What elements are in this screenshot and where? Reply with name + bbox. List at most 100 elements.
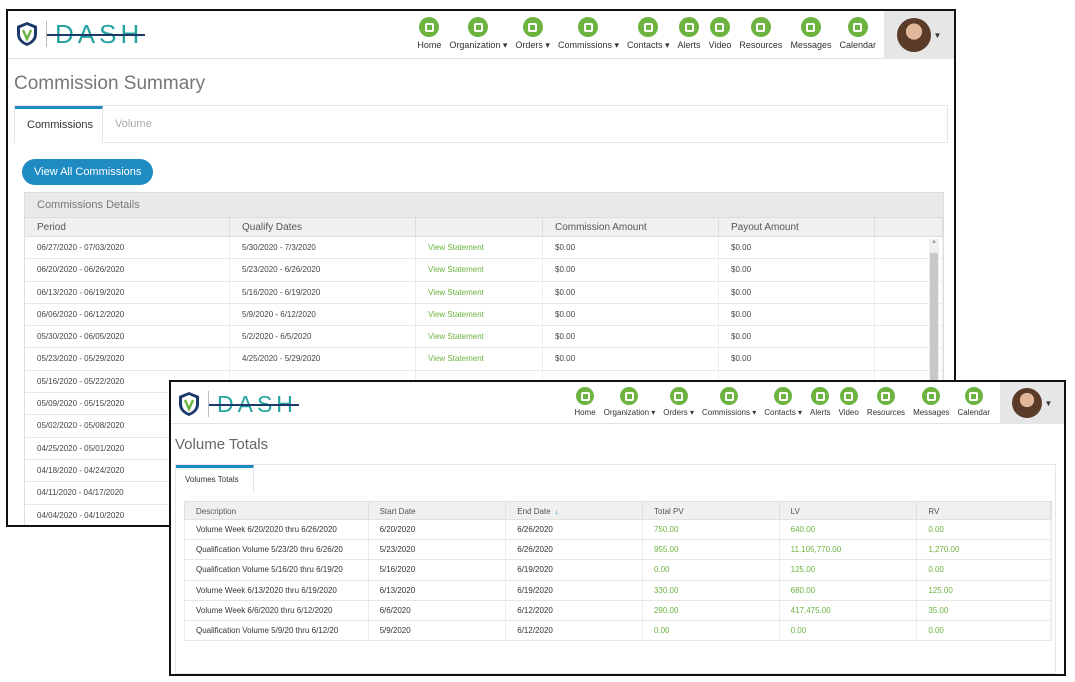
bell-icon <box>679 17 700 37</box>
column-header-qualify-dates[interactable]: Qualify Dates <box>230 218 416 236</box>
column-header-start-date[interactable]: Start Date <box>369 502 507 519</box>
nav-item-calendar[interactable]: Calendar <box>839 17 876 50</box>
dash-logo[interactable]: DASH <box>178 391 299 417</box>
period-cell: 05/23/2020 - 05/29/2020 <box>25 348 230 370</box>
column-header-total-pv[interactable]: Total PV <box>643 502 780 519</box>
nav-item-messages[interactable]: Messages <box>913 387 950 417</box>
column-header-commission-amount[interactable]: Commission Amount <box>543 218 719 236</box>
column-header-payout-amount[interactable]: Payout Amount <box>719 218 875 236</box>
end-date-cell: 6/26/2020 <box>506 540 643 560</box>
nav-item-label: Home <box>574 408 596 417</box>
start-date-cell: 5/16/2020 <box>369 560 507 580</box>
tab-commissions[interactable]: Commissions <box>15 106 103 143</box>
nav-item-alerts[interactable]: Alerts <box>678 17 701 50</box>
description-cell: Volume Week 6/6/2020 thru 6/12/2020 <box>185 600 369 620</box>
column-header-rv[interactable]: RV <box>917 502 1051 519</box>
nav-item-label: Home <box>417 40 442 50</box>
nav-item-organization[interactable]: Organization ▾ <box>449 17 507 51</box>
tab-volume[interactable]: Volume <box>103 106 164 143</box>
total-pv-cell: 290.00 <box>643 600 780 620</box>
nav-item-commissions[interactable]: Commissions ▾ <box>558 17 619 51</box>
view-all-commissions-button[interactable]: View All Commissions <box>22 159 154 185</box>
payout-amount-cell: $0.00 <box>719 326 875 348</box>
description-cell: Qualification Volume 5/23/20 thru 6/26/2… <box>185 540 369 560</box>
qualify-dates-cell: 5/16/2020 - 6/19/2020 <box>230 281 416 303</box>
home-icon <box>576 387 594 405</box>
column-header-end-date[interactable]: End Date ↓ <box>506 502 643 519</box>
lv-cell: 125.00 <box>780 560 918 580</box>
total-pv-cell: 0.00 <box>643 620 780 641</box>
panel-title: Commissions Details <box>25 193 943 217</box>
tab-volumes-totals[interactable]: Volumes Totals <box>176 465 254 493</box>
period-cell: 06/20/2020 - 06/26/2020 <box>25 259 230 281</box>
description-cell: Volume Week 6/13/2020 thru 6/19/2020 <box>185 580 369 600</box>
sort-descending-icon[interactable]: ↓ <box>555 507 559 516</box>
total-pv-cell: 0.00 <box>643 560 780 580</box>
nav-item-label: Commissions ▾ <box>701 408 757 417</box>
view-statement-link[interactable]: View Statement <box>416 326 543 348</box>
scroll-up-icon[interactable]: ▲ <box>929 239 939 249</box>
scroll-thumb[interactable] <box>930 253 938 393</box>
lv-cell: 11,105,770.00 <box>780 540 918 560</box>
qualify-dates-cell: 4/25/2020 - 5/29/2020 <box>230 348 416 370</box>
view-statement-link[interactable]: View Statement <box>416 348 543 370</box>
start-date-cell: 6/13/2020 <box>369 580 507 600</box>
commission-amount-cell: $0.00 <box>543 259 719 281</box>
avatar <box>896 18 931 52</box>
nav-item-home[interactable]: Home <box>574 387 596 417</box>
orders-icon <box>669 387 688 405</box>
nav-item-label: Calendar <box>839 40 876 50</box>
nav-item-label: Calendar <box>957 408 990 417</box>
nav-item-label: Orders ▾ <box>663 408 694 417</box>
nav-item-label: Commissions ▾ <box>557 40 619 50</box>
nav-item-resources[interactable]: Resources <box>739 17 782 50</box>
start-date-cell: 6/6/2020 <box>369 600 507 620</box>
nav-item-contacts[interactable]: Contacts ▾ <box>764 387 802 417</box>
rv-cell: 1,270.00 <box>917 540 1051 560</box>
dash-logo[interactable]: DASH <box>16 21 146 47</box>
column-header-lv[interactable]: LV <box>780 502 918 519</box>
column-header-period[interactable]: Period <box>25 218 230 236</box>
period-cell: 06/27/2020 - 07/03/2020 <box>25 237 230 259</box>
nav-item-label: Resources <box>739 40 783 50</box>
nav-item-label: Video <box>838 408 859 417</box>
lv-cell: 417,475.00 <box>780 600 918 620</box>
nav-item-video[interactable]: Video <box>838 387 859 417</box>
user-menu[interactable]: ▼ <box>1000 382 1064 424</box>
period-cell: 05/30/2020 - 06/05/2020 <box>25 326 230 348</box>
nav-item-alerts[interactable]: Alerts <box>810 387 830 417</box>
video-icon <box>709 17 730 37</box>
column-header-statement <box>416 218 543 236</box>
nav-item-calendar[interactable]: Calendar <box>958 387 990 417</box>
lv-cell: 680.00 <box>780 580 918 600</box>
rv-cell: 0.00 <box>917 560 1051 580</box>
contacts-icon <box>638 17 659 37</box>
nav-item-orders[interactable]: Orders ▾ <box>663 387 694 417</box>
commission-amount-cell: $0.00 <box>543 326 719 348</box>
table-row: Qualification Volume 5/23/20 thru 6/26/2… <box>184 540 1052 561</box>
resources-icon <box>750 17 771 37</box>
view-statement-link[interactable]: View Statement <box>416 237 543 259</box>
nav-item-home[interactable]: Home <box>417 17 441 50</box>
view-statement-link[interactable]: View Statement <box>416 259 543 281</box>
view-statement-link[interactable]: View Statement <box>416 303 543 326</box>
description-cell: Qualification Volume 5/9/20 thru 6/12/20 <box>185 620 369 641</box>
nav-item-messages[interactable]: Messages <box>790 17 831 50</box>
nav-item-contacts[interactable]: Contacts ▾ <box>627 17 670 51</box>
nav-item-resources[interactable]: Resources <box>867 387 905 417</box>
nav-item-orders[interactable]: Orders ▾ <box>515 17 550 51</box>
nav-item-commissions[interactable]: Commissions ▾ <box>702 387 756 417</box>
payout-amount-cell: $0.00 <box>719 303 875 326</box>
nav-item-video[interactable]: Video <box>709 17 731 50</box>
page-title: Volume Totals <box>175 436 269 453</box>
user-menu[interactable]: ▼ <box>884 11 954 59</box>
nav-item-organization[interactable]: Organization ▾ <box>604 387 655 417</box>
view-statement-link[interactable]: View Statement <box>416 281 543 303</box>
nav-item-label: Messages <box>913 408 950 417</box>
table-header: Description Start Date End Date ↓ Total P… <box>184 501 1052 520</box>
column-header-description[interactable]: Description <box>185 502 369 519</box>
table-header: Period Qualify Dates Commission Amount P… <box>25 217 943 237</box>
nav-item-label: Alerts <box>677 40 701 50</box>
total-pv-cell: 330.00 <box>643 580 780 600</box>
resources-icon <box>876 387 895 405</box>
